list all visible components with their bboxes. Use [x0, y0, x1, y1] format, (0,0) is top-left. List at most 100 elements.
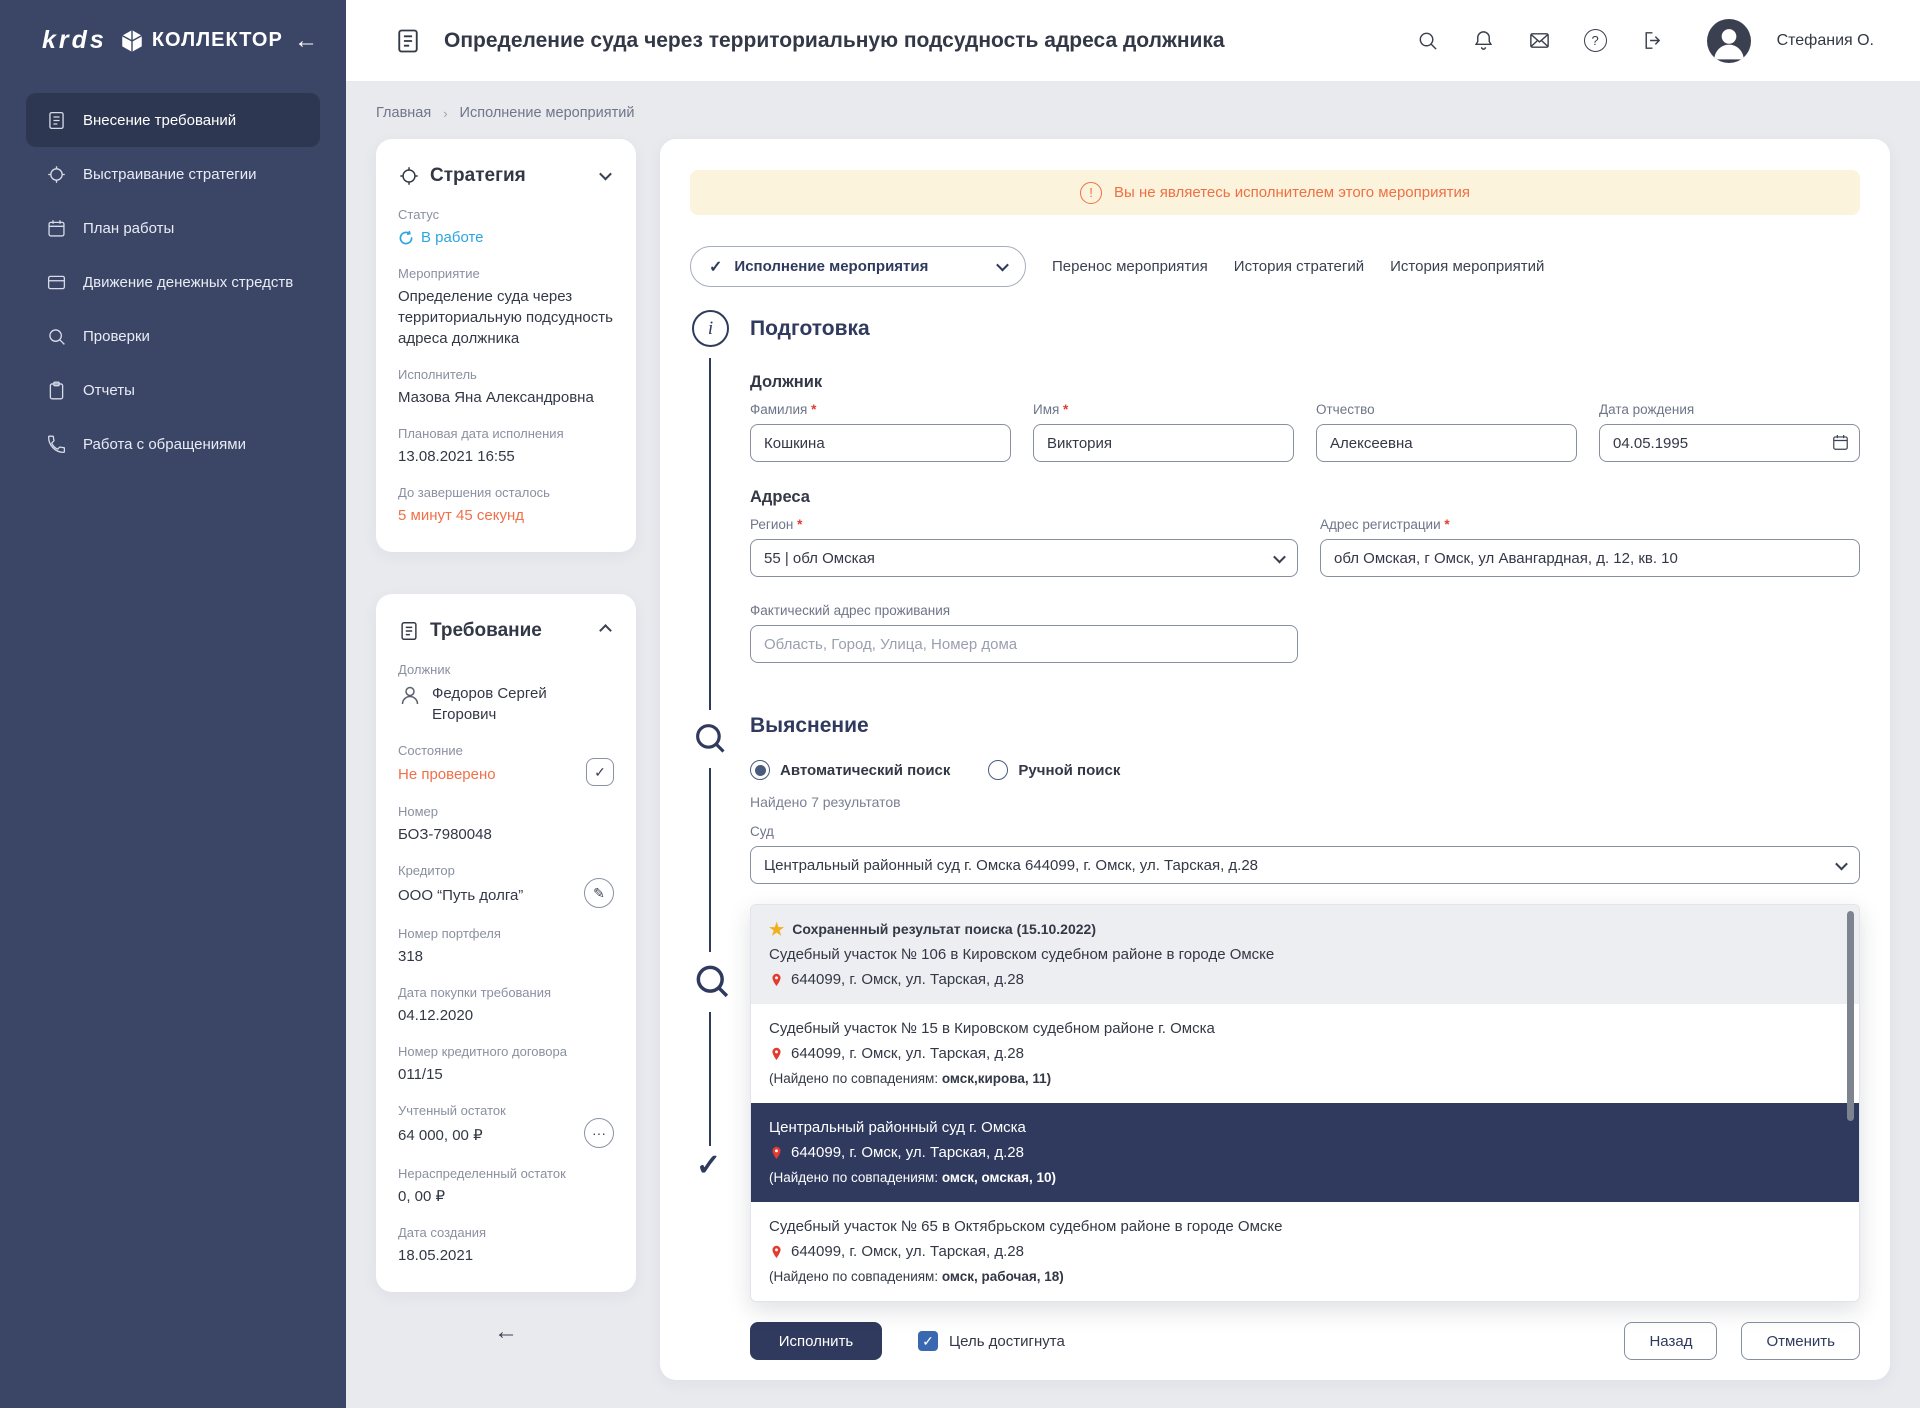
- sidebar-item-checks[interactable]: Проверки: [26, 309, 320, 363]
- number-value: БОЗ-7980048: [398, 824, 614, 845]
- region-select[interactable]: 55 | обл Омская: [750, 539, 1298, 577]
- birthdate-input[interactable]: [1599, 424, 1860, 462]
- number-label: Номер: [398, 804, 614, 819]
- help-icon[interactable]: [1584, 29, 1607, 52]
- person-icon: [398, 683, 422, 707]
- breadcrumb-home[interactable]: Главная: [376, 105, 431, 121]
- fact-address-input[interactable]: [750, 625, 1298, 663]
- sidebar-collapse-arrow-icon[interactable]: ←: [294, 27, 318, 55]
- header-icons: [1416, 29, 1663, 52]
- sidebar: krds КОЛЛЕКТОР ← Внесение требований Выс…: [0, 0, 346, 1408]
- logo: krds КОЛЛЕКТОР ←: [0, 0, 346, 75]
- radio-manual-search[interactable]: Ручной поиск: [988, 760, 1120, 780]
- tab-transfer[interactable]: Перенос мероприятия: [1052, 258, 1208, 275]
- star-icon: ★: [769, 917, 784, 942]
- sidebar-item-strategy-building[interactable]: Выстраивание стратегии: [26, 147, 320, 201]
- planned-date-label: Плановая дата исполнения: [398, 426, 614, 441]
- check-icon: ✓: [709, 257, 722, 277]
- registration-address-label: Адрес регистрации: [1320, 517, 1860, 532]
- breadcrumb-current: Исполнение мероприятий: [460, 105, 635, 121]
- tab-event-history[interactable]: История мероприятий: [1390, 258, 1544, 275]
- check-step-icon: ✓: [696, 1148, 721, 1183]
- lastname-input[interactable]: [750, 424, 1011, 462]
- court-option-match: (Найдено по совпадениям: омск,кирова, 11…: [769, 1066, 1819, 1091]
- right-column: Определение суда через территориальную п…: [346, 0, 1920, 1408]
- registration-address-input[interactable]: [1320, 539, 1860, 577]
- court-option-address: 644099, г. Омск, ул. Тарская, д.28: [791, 1140, 1024, 1165]
- state-label: Состояние: [398, 743, 614, 758]
- region-field: Регион 55 | обл Омская: [750, 517, 1298, 577]
- sidebar-item-reports[interactable]: Отчеты: [26, 363, 320, 417]
- mail-icon[interactable]: [1528, 29, 1551, 52]
- court-select[interactable]: Центральный районный суд г. Омска 644099…: [750, 846, 1860, 884]
- execute-button[interactable]: Исполнить: [750, 1322, 882, 1360]
- court-option-match: (Найдено по совпадениям: омск, омская, 1…: [769, 1165, 1819, 1190]
- sidebar-item-money-movement[interactable]: Движение денежных стредств: [26, 255, 320, 309]
- pin-icon: [769, 1243, 784, 1261]
- ellipsis-icon: ···: [592, 1125, 606, 1141]
- claim-collapse-button[interactable]: [597, 618, 614, 644]
- sidebar-item-appeals[interactable]: Работа с обращениями: [26, 417, 320, 471]
- sidebar-item-claims-entry[interactable]: Внесение требований: [26, 93, 320, 147]
- fact-address-label: Фактический адрес проживания: [750, 603, 1298, 618]
- sidebar-item-label: Движение денежных стредств: [83, 274, 293, 291]
- court-option-title: Судебный участок № 106 в Кировском судеб…: [769, 942, 1819, 967]
- created-date-label: Дата создания: [398, 1225, 614, 1240]
- claim-panel: Требование Должник Федоров Сергей Егоров…: [376, 594, 636, 1292]
- verify-checkbox-button[interactable]: ✓: [586, 758, 614, 786]
- user-name[interactable]: Стефания О.: [1777, 32, 1874, 50]
- contract-number-value: 011/15: [398, 1064, 614, 1085]
- clipboard-icon: [46, 380, 67, 401]
- radio-auto-label: Автоматический поиск: [780, 762, 950, 779]
- search-icon[interactable]: [1416, 29, 1439, 52]
- region-label: Регион: [750, 517, 1298, 532]
- warning-icon: [1080, 182, 1102, 204]
- status-text: В работе: [421, 227, 484, 248]
- calendar-icon[interactable]: [1831, 433, 1850, 452]
- contract-number-label: Номер кредитного договора: [398, 1044, 614, 1059]
- tab-execution-dropdown[interactable]: ✓ Исполнение мероприятия: [690, 246, 1026, 287]
- logout-icon[interactable]: [1640, 29, 1663, 52]
- firstname-input[interactable]: [1033, 424, 1294, 462]
- radio-auto-search[interactable]: Автоматический поиск: [750, 760, 950, 780]
- court-option-title: Судебный участок № 15 в Кировском судебн…: [769, 1016, 1819, 1041]
- tab-strategy-history[interactable]: История стратегий: [1234, 258, 1364, 275]
- sidebar-menu: Внесение требований Выстраивание стратег…: [0, 93, 346, 471]
- page-document-icon: [394, 27, 422, 55]
- court-option-selected[interactable]: Центральный районный суд г. Омска 644099…: [751, 1103, 1859, 1202]
- back-button[interactable]: Назад: [1624, 1322, 1717, 1360]
- court-option[interactable]: Судебный участок № 65 в Октябрьском суде…: [751, 1202, 1859, 1301]
- avatar[interactable]: [1707, 19, 1751, 63]
- court-option[interactable]: Судебный участок № 15 в Кировском судебн…: [751, 1004, 1859, 1103]
- cancel-button[interactable]: Отменить: [1741, 1322, 1860, 1360]
- header: Определение суда через территориальную п…: [346, 0, 1920, 81]
- avatar-person-icon: [1707, 19, 1751, 63]
- event-value: Определение суда через территориальную п…: [398, 286, 614, 349]
- goal-checkbox[interactable]: ✓: [918, 1331, 938, 1351]
- balance-more-button[interactable]: ···: [584, 1118, 614, 1148]
- middlename-input[interactable]: [1316, 424, 1577, 462]
- saved-result-label: Сохраненный результат поиска (15.10.2022…: [792, 917, 1096, 942]
- middlename-field: Отчество: [1316, 402, 1577, 462]
- sidebar-item-work-plan[interactable]: План работы: [26, 201, 320, 255]
- chevron-down-icon: [1835, 857, 1848, 870]
- firstname-field: Имя: [1033, 402, 1294, 462]
- chevron-down-icon: [599, 168, 612, 181]
- search-icon: [46, 326, 67, 347]
- investigation-title: Выяснение: [750, 707, 1860, 744]
- court-label: Суд: [750, 824, 1860, 839]
- court-option-saved[interactable]: ★ Сохраненный результат поиска (15.10.20…: [751, 905, 1859, 1004]
- dropdown-scrollbar[interactable]: [1847, 911, 1854, 1121]
- edit-creditor-button[interactable]: ✎: [584, 878, 614, 908]
- results-count: Найдено 7 результатов: [750, 794, 1860, 810]
- chevron-right-icon: ›: [443, 106, 447, 121]
- court-value: Центральный районный суд г. Омска 644099…: [764, 857, 1258, 874]
- bell-icon[interactable]: [1472, 29, 1495, 52]
- court-option-address: 644099, г. Омск, ул. Тарская, д.28: [791, 1041, 1024, 1066]
- strategy-collapse-button[interactable]: [597, 163, 614, 189]
- remaining-value: 5 минут 45 секунд: [398, 505, 614, 526]
- panels-back-arrow-icon[interactable]: ←: [376, 1318, 636, 1346]
- pencil-icon: ✎: [593, 885, 605, 902]
- birthdate-label: Дата рождения: [1599, 402, 1860, 417]
- app-window: krds КОЛЛЕКТОР ← Внесение требований Выс…: [0, 0, 1920, 1408]
